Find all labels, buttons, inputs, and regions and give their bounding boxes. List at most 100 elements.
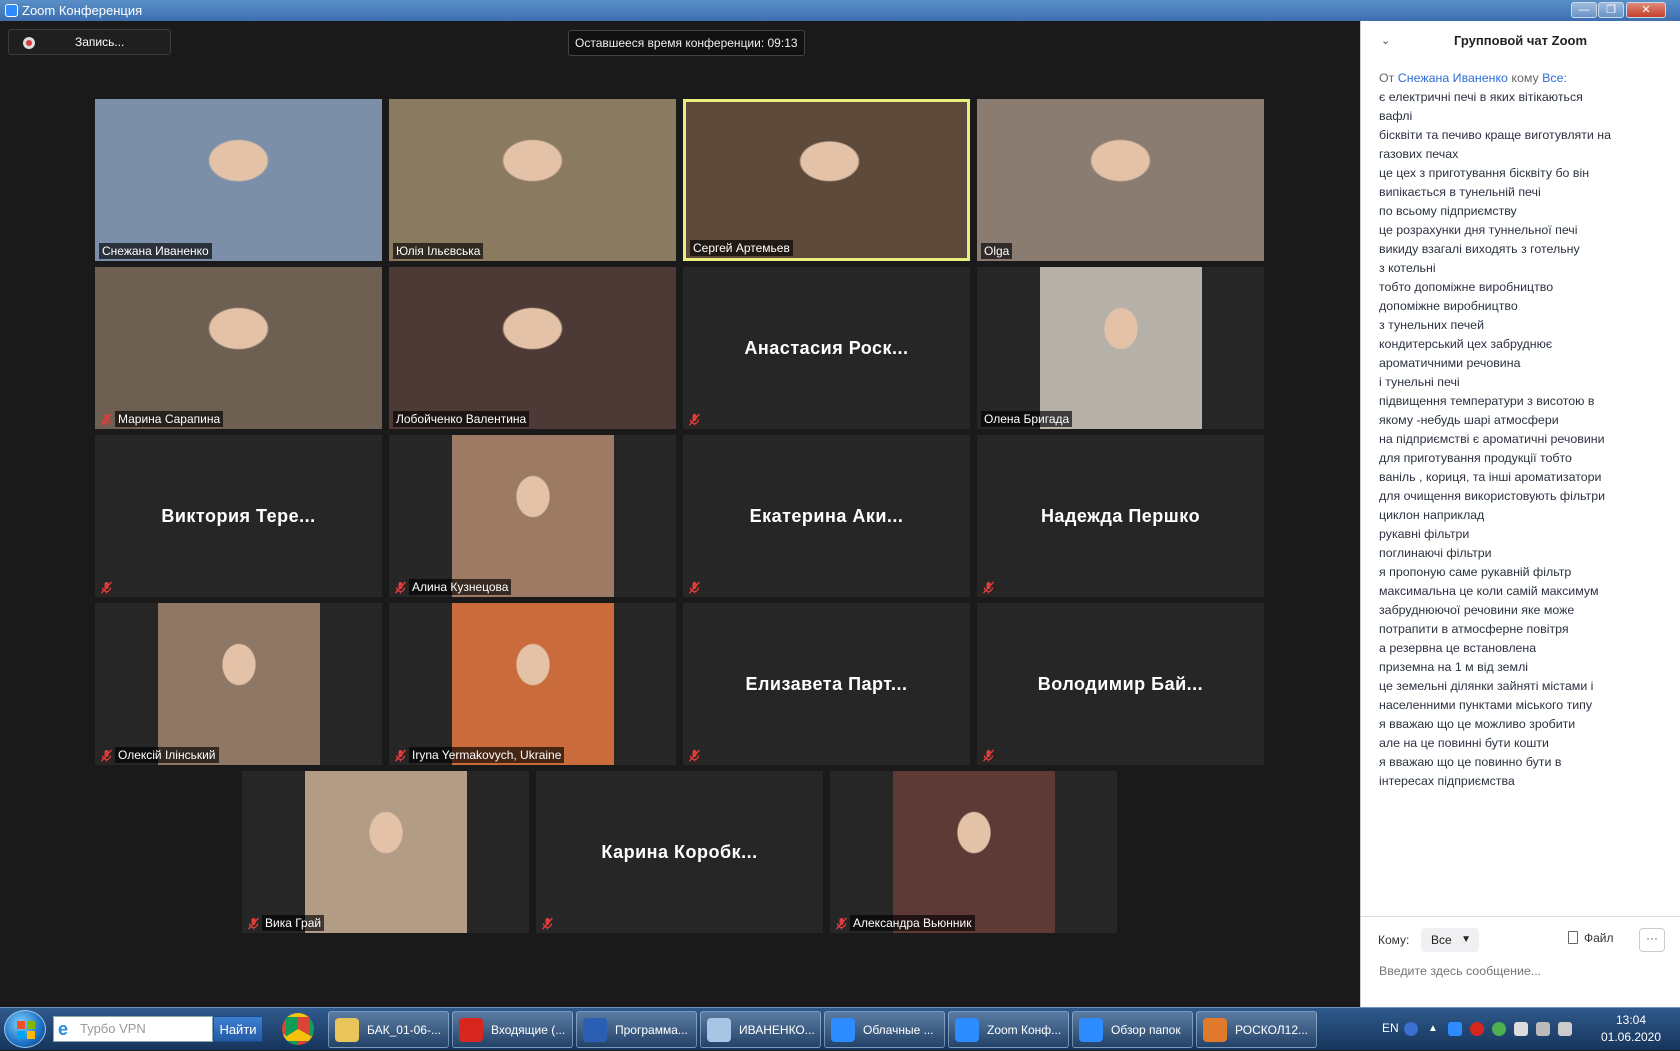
close-button[interactable]: ✕	[1626, 2, 1666, 18]
word-icon	[583, 1018, 607, 1042]
participant-name-label: Олена Бригада	[981, 411, 1073, 427]
taskbar-app-label: РОСКОЛ12...	[1235, 1023, 1309, 1037]
chat-message-line: допоміжне виробництво	[1379, 299, 1518, 313]
taskbar-app-button[interactable]: Входящие (...	[452, 1011, 573, 1048]
taskbar-app-label: Облачные ...	[863, 1023, 934, 1037]
chat-message-line: це цех з приготування бісквіту бо він	[1379, 166, 1590, 180]
record-button[interactable]: Запись...	[8, 29, 171, 55]
from-prefix: От	[1379, 71, 1395, 85]
participant-tile[interactable]: Александра Вьюнник	[830, 771, 1117, 933]
taskbar-app-button[interactable]: РОСКОЛ12...	[1196, 1011, 1317, 1048]
chat-message-line: бісквіти та печиво краще виготувляти на	[1379, 128, 1612, 142]
participant-tile[interactable]: Виктория Тере...	[95, 435, 382, 597]
opera-tray-icon[interactable]	[1470, 1022, 1484, 1036]
taskbar-app-button[interactable]: Облачные ...	[824, 1011, 945, 1048]
chat-panel: Групповой чат Zoom ⌄ От Снежана Иваненко…	[1360, 21, 1680, 1007]
file-icon	[1568, 931, 1578, 944]
participant-name-label: Снежана Иваненко	[99, 243, 212, 259]
muted-microphone-icon	[100, 581, 113, 594]
eye-app-icon	[1203, 1018, 1227, 1042]
chat-recipient[interactable]: Все:	[1542, 71, 1567, 85]
more-options-button[interactable]: ···	[1639, 928, 1665, 952]
search-button[interactable]: Найти	[213, 1016, 263, 1042]
participant-video	[389, 99, 676, 261]
participant-video	[157, 603, 320, 765]
participant-tile[interactable]: Вика Грай	[242, 771, 529, 933]
zoom-app-icon	[5, 4, 18, 17]
chat-message-line: газових печах	[1379, 147, 1459, 161]
participant-tile[interactable]: Iryna Yermakovych, Ukraine	[389, 603, 676, 765]
zoom-tray-icon[interactable]	[1448, 1022, 1462, 1036]
participant-name-large: Володимир Бай...	[1037, 673, 1204, 694]
start-button[interactable]	[4, 1010, 46, 1048]
participant-name-large: Елизавета Парт...	[745, 673, 908, 694]
participant-tile[interactable]: Екатерина Аки...	[683, 435, 970, 597]
vpn-tray-icon[interactable]	[1492, 1022, 1506, 1036]
participant-tile[interactable]: Марина Сарапина	[95, 267, 382, 429]
muted-microphone-icon	[247, 917, 260, 930]
participant-tile[interactable]: Олена Бригада	[977, 267, 1264, 429]
maximize-button[interactable]: ❐	[1598, 2, 1624, 18]
chevron-down-icon: ▼	[1461, 934, 1471, 945]
chat-message-line: поглинаючі фільтри	[1379, 546, 1492, 560]
participant-tile[interactable]: Сергей Артемьев	[683, 99, 970, 261]
chat-message-line: забруднюючої речовини яке може	[1379, 603, 1575, 617]
muted-microphone-icon	[688, 413, 701, 426]
participant-name-label: Юлія Ільєвська	[393, 243, 484, 259]
participant-tile[interactable]: Анастасия Роск...	[683, 267, 970, 429]
record-icon	[23, 37, 35, 49]
chat-message-line: по всьому підприємству	[1379, 204, 1517, 218]
minimize-button[interactable]: —	[1571, 2, 1597, 18]
participant-tile[interactable]: Карина Коробк...	[536, 771, 823, 933]
participant-tile[interactable]: Елизавета Парт...	[683, 603, 970, 765]
participant-tile[interactable]: Олексій Ілінський	[95, 603, 382, 765]
zoom-icon	[831, 1018, 855, 1042]
help-icon[interactable]	[1404, 1022, 1418, 1036]
chat-sender[interactable]: Снежана Иваненко	[1398, 71, 1508, 85]
participant-tile[interactable]: Лобойченко Валентина	[389, 267, 676, 429]
muted-microphone-icon	[982, 581, 995, 594]
muted-microphone-icon	[688, 581, 701, 594]
language-indicator[interactable]: EN	[1382, 1021, 1399, 1035]
chat-message-input[interactable]	[1379, 960, 1659, 982]
participant-name-label: Сергей Артемьев	[690, 240, 793, 256]
taskbar-app-button[interactable]: Программа...	[576, 1011, 697, 1048]
chevron-down-icon[interactable]: ⌄	[1381, 35, 1393, 47]
participant-tile[interactable]: Володимир Бай...	[977, 603, 1264, 765]
flag-icon[interactable]	[1514, 1022, 1528, 1036]
participant-tile[interactable]: Алина Кузнецова	[389, 435, 676, 597]
chat-message-line: приземна на 1 м від землі	[1379, 660, 1529, 674]
paint-icon	[707, 1018, 731, 1042]
chat-title: Групповой чат Zoom	[1453, 33, 1588, 48]
participant-tile[interactable]: Надежда Першко	[977, 435, 1264, 597]
chat-message-line: циклон наприклад	[1379, 508, 1485, 522]
chevron-up-icon[interactable]: ▲	[1426, 1022, 1440, 1036]
system-tray: EN ▲ 13:04 01.06.2020	[1374, 1008, 1680, 1051]
chat-message-line: ваніль , кориця, та інші ароматизатори	[1379, 470, 1602, 484]
file-button[interactable]: Файл	[1568, 931, 1614, 945]
participant-tile[interactable]: Olga	[977, 99, 1264, 261]
taskbar-app-button[interactable]: Обзор папок	[1072, 1011, 1193, 1048]
muted-microphone-icon	[541, 917, 554, 930]
chat-message-line: якому -небудь шарі атмосфери	[1379, 413, 1559, 427]
participant-tile[interactable]: Снежана Иваненко	[95, 99, 382, 261]
taskbar-search-input[interactable]: e Турбо VPN	[53, 1016, 213, 1042]
muted-microphone-icon	[688, 749, 701, 762]
taskbar-app-button[interactable]: Zoom Конф...	[948, 1011, 1069, 1048]
chat-message-line: на підприємстві є ароматичні речовини	[1379, 432, 1605, 446]
chat-message-line: інтересах підприємства	[1379, 774, 1515, 788]
participant-video	[892, 771, 1055, 933]
network-icon[interactable]	[1536, 1022, 1550, 1036]
chrome-icon[interactable]	[282, 1013, 314, 1045]
participant-name-label: Олексій Ілінський	[115, 747, 219, 763]
participant-video	[451, 603, 614, 765]
taskbar-clock[interactable]: 13:04 01.06.2020	[1596, 1012, 1666, 1046]
chat-message-line: тобто допоміжне виробництво	[1379, 280, 1554, 294]
chat-message-line: максимальна це коли самій максимум	[1379, 584, 1599, 598]
taskbar-app-button[interactable]: БАК_01-06-...	[328, 1011, 449, 1048]
volume-icon[interactable]	[1558, 1022, 1572, 1036]
chat-recipient-select[interactable]: Все ▼	[1421, 928, 1479, 952]
participant-name-large: Карина Коробк...	[601, 841, 758, 862]
participant-tile[interactable]: Юлія Ільєвська	[389, 99, 676, 261]
taskbar-app-button[interactable]: ИВАНЕНКО...	[700, 1011, 821, 1048]
